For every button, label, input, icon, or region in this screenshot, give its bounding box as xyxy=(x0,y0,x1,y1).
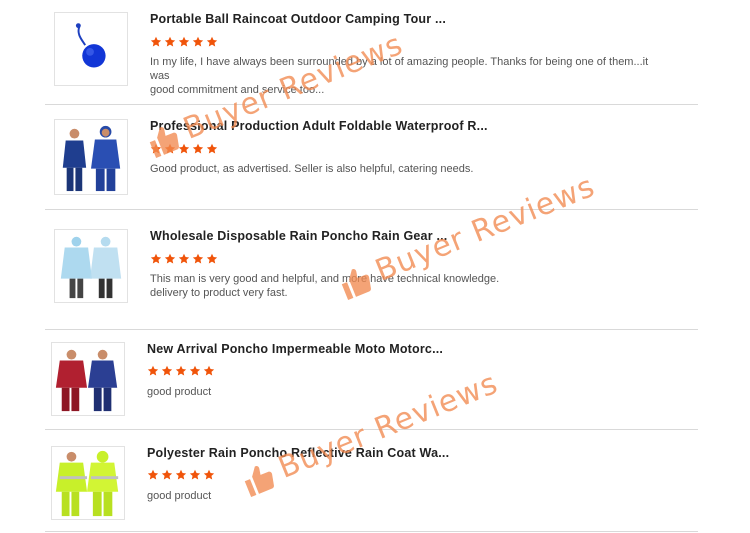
star-icon xyxy=(206,36,218,48)
review-line: Good product, as advertised. Seller is a… xyxy=(150,163,474,175)
star-rating xyxy=(150,36,218,48)
star-icon xyxy=(189,365,201,377)
review-line: good product xyxy=(147,386,212,398)
star-icon xyxy=(164,253,176,265)
star-icon xyxy=(206,143,218,155)
star-icon xyxy=(189,469,201,481)
product-title[interactable]: Professional Production Adult Foldable W… xyxy=(150,119,488,133)
product-thumbnail[interactable] xyxy=(51,342,125,416)
product-title[interactable]: Portable Ball Raincoat Outdoor Camping T… xyxy=(150,12,446,26)
star-icon xyxy=(150,143,162,155)
review-line: This man is very good and helpful, and m… xyxy=(150,273,500,285)
blue-rainsuit-models-image xyxy=(55,120,127,194)
star-icon xyxy=(164,36,176,48)
review-line: delivery to product very fast. xyxy=(150,287,288,299)
review-item: New Arrival Poncho Impermeable Moto Moto… xyxy=(45,330,698,430)
review-text: good product xyxy=(147,385,647,399)
clear-poncho-models-image xyxy=(55,230,127,302)
review-text: In my life, I have always been surrounde… xyxy=(150,55,650,97)
review-line: In my life, I have always been surrounde… xyxy=(150,56,649,82)
product-thumbnail[interactable] xyxy=(54,119,128,195)
reflective-poncho-models-image xyxy=(52,447,124,519)
star-icon xyxy=(192,253,204,265)
star-icon xyxy=(164,143,176,155)
star-icon xyxy=(175,469,187,481)
review-text: This man is very good and helpful, and m… xyxy=(150,272,650,300)
review-item: Polyester Rain Poncho Reflective Rain Co… xyxy=(45,430,698,532)
star-rating xyxy=(147,365,215,377)
review-line: good product xyxy=(147,490,212,502)
star-rating xyxy=(150,253,218,265)
star-icon xyxy=(150,36,162,48)
star-rating xyxy=(150,143,218,155)
moto-poncho-models-image xyxy=(52,343,124,415)
star-icon xyxy=(192,143,204,155)
star-icon xyxy=(192,36,204,48)
review-item: Wholesale Disposable Rain Poncho Rain Ge… xyxy=(45,210,698,330)
star-icon xyxy=(178,143,190,155)
review-text: good product xyxy=(147,489,647,503)
star-icon xyxy=(203,365,215,377)
product-title[interactable]: New Arrival Poncho Impermeable Moto Moto… xyxy=(147,342,443,356)
product-title[interactable]: Wholesale Disposable Rain Poncho Rain Ge… xyxy=(150,229,447,243)
review-item: Professional Production Adult Foldable W… xyxy=(45,105,698,210)
review-list: Portable Ball Raincoat Outdoor Camping T… xyxy=(0,0,750,533)
product-thumbnail[interactable] xyxy=(54,12,128,86)
review-item: Portable Ball Raincoat Outdoor Camping T… xyxy=(45,0,698,105)
star-icon xyxy=(150,253,162,265)
star-icon xyxy=(203,469,215,481)
product-thumbnail[interactable] xyxy=(54,229,128,303)
review-line: good commitment and service too... xyxy=(150,84,325,96)
product-title[interactable]: Polyester Rain Poncho Reflective Rain Co… xyxy=(147,446,449,460)
product-thumbnail[interactable] xyxy=(51,446,125,520)
review-text: Good product, as advertised. Seller is a… xyxy=(150,162,650,176)
blue-ball-raincoat-image xyxy=(55,13,127,85)
star-icon xyxy=(206,253,218,265)
star-icon xyxy=(161,365,173,377)
star-icon xyxy=(147,469,159,481)
star-icon xyxy=(178,253,190,265)
star-icon xyxy=(175,365,187,377)
star-icon xyxy=(161,469,173,481)
star-icon xyxy=(147,365,159,377)
star-icon xyxy=(178,36,190,48)
star-rating xyxy=(147,469,215,481)
